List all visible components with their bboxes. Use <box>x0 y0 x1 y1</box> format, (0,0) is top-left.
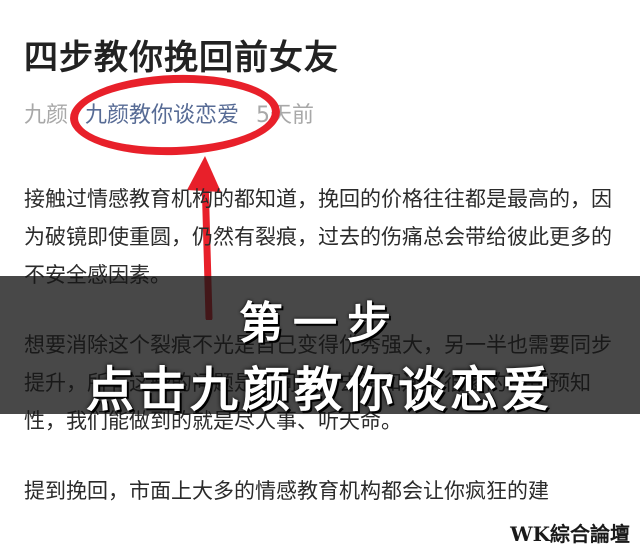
step-title: 第一步 <box>239 298 401 349</box>
watermark: WK綜合論壇 <box>510 522 630 546</box>
highlight-circle <box>68 71 282 159</box>
article-title: 四步教你挽回前女友 <box>24 38 339 78</box>
paragraph: 提到挽回，市面上大多的情感教育机构都会让你疯狂的建 <box>24 479 549 503</box>
author-name: 九颜 <box>24 103 69 128</box>
step-instruction: 点击九颜教你谈恋爱 <box>85 362 554 418</box>
